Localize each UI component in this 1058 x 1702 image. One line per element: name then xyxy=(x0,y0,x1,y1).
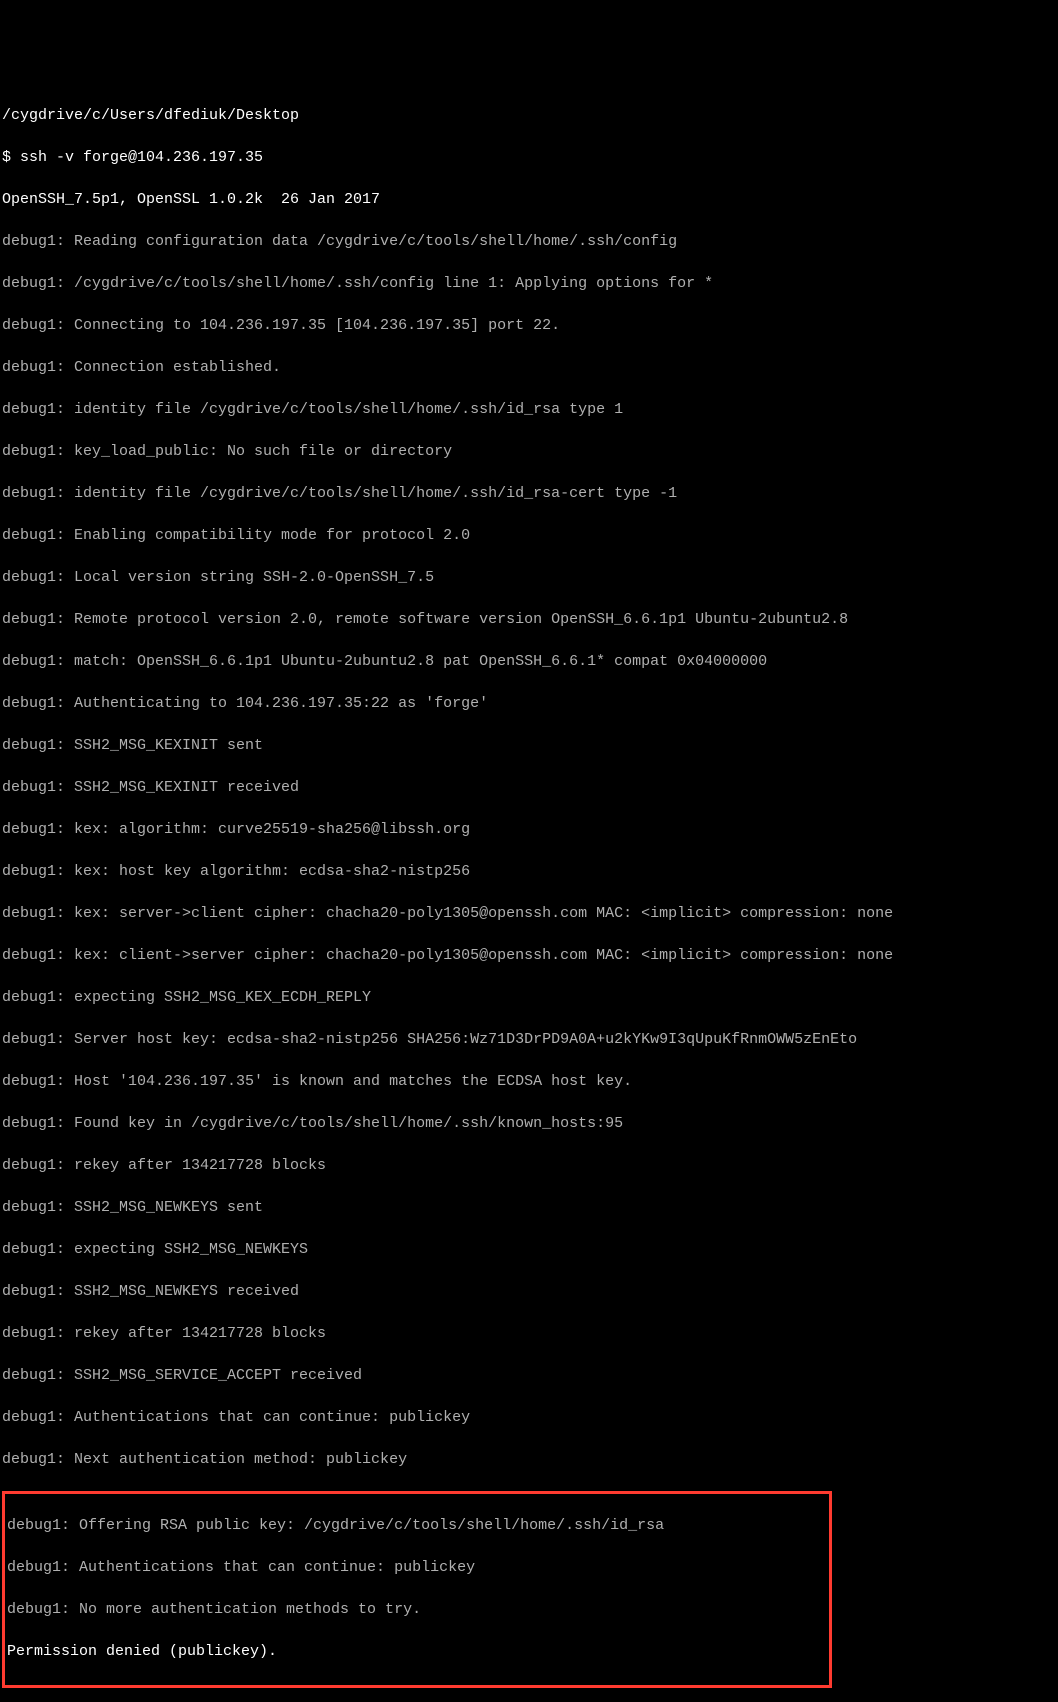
debug-line: debug1: Next authentication method: publ… xyxy=(2,1449,1056,1470)
prompt: $ xyxy=(2,149,20,166)
debug-line: debug1: SSH2_MSG_KEXINIT received xyxy=(2,777,1056,798)
error-highlight-box: debug1: Offering RSA public key: /cygdri… xyxy=(2,1491,832,1688)
debug-line: debug1: Connecting to 104.236.197.35 [10… xyxy=(2,315,1056,336)
debug-line: debug1: SSH2_MSG_NEWKEYS sent xyxy=(2,1197,1056,1218)
debug-line: debug1: kex: server->client cipher: chac… xyxy=(2,903,1056,924)
permission-denied-line: Permission denied (publickey). xyxy=(7,1641,827,1662)
debug-line: debug1: Reading configuration data /cygd… xyxy=(2,231,1056,252)
debug-line: debug1: SSH2_MSG_SERVICE_ACCEPT received xyxy=(2,1365,1056,1386)
terminal-output: /cygdrive/c/Users/dfediuk/Desktop $ ssh … xyxy=(0,84,1058,1702)
debug-line: debug1: expecting SSH2_MSG_NEWKEYS xyxy=(2,1239,1056,1260)
highlight-line: debug1: Offering RSA public key: /cygdri… xyxy=(7,1515,827,1536)
debug-line: debug1: SSH2_MSG_NEWKEYS received xyxy=(2,1281,1056,1302)
debug-line: debug1: kex: host key algorithm: ecdsa-s… xyxy=(2,861,1056,882)
debug-line: debug1: Enabling compatibility mode for … xyxy=(2,525,1056,546)
debug-line: debug1: expecting SSH2_MSG_KEX_ECDH_REPL… xyxy=(2,987,1056,1008)
cwd-line: /cygdrive/c/Users/dfediuk/Desktop xyxy=(2,105,1056,126)
debug-line: debug1: rekey after 134217728 blocks xyxy=(2,1155,1056,1176)
ssh-command: ssh -v forge@104.236.197.35 xyxy=(20,149,263,166)
highlight-line: debug1: No more authentication methods t… xyxy=(7,1599,827,1620)
debug-line: debug1: Local version string SSH-2.0-Ope… xyxy=(2,567,1056,588)
debug-line: debug1: Server host key: ecdsa-sha2-nist… xyxy=(2,1029,1056,1050)
debug-line: debug1: identity file /cygdrive/c/tools/… xyxy=(2,399,1056,420)
debug-line: debug1: key_load_public: No such file or… xyxy=(2,441,1056,462)
version-line: OpenSSH_7.5p1, OpenSSL 1.0.2k 26 Jan 201… xyxy=(2,189,1056,210)
debug-line: debug1: kex: algorithm: curve25519-sha25… xyxy=(2,819,1056,840)
debug-line: debug1: Connection established. xyxy=(2,357,1056,378)
debug-line: debug1: identity file /cygdrive/c/tools/… xyxy=(2,483,1056,504)
debug-line: debug1: Authenticating to 104.236.197.35… xyxy=(2,693,1056,714)
debug-line: debug1: match: OpenSSH_6.6.1p1 Ubuntu-2u… xyxy=(2,651,1056,672)
debug-line: debug1: kex: client->server cipher: chac… xyxy=(2,945,1056,966)
debug-line: debug1: Authentications that can continu… xyxy=(2,1407,1056,1428)
highlight-line: debug1: Authentications that can continu… xyxy=(7,1557,827,1578)
debug-line: debug1: Host '104.236.197.35' is known a… xyxy=(2,1071,1056,1092)
command-line: $ ssh -v forge@104.236.197.35 xyxy=(2,147,1056,168)
debug-line: debug1: SSH2_MSG_KEXINIT sent xyxy=(2,735,1056,756)
debug-line: debug1: Remote protocol version 2.0, rem… xyxy=(2,609,1056,630)
debug-line: debug1: rekey after 134217728 blocks xyxy=(2,1323,1056,1344)
debug-line: debug1: /cygdrive/c/tools/shell/home/.ss… xyxy=(2,273,1056,294)
debug-line: debug1: Found key in /cygdrive/c/tools/s… xyxy=(2,1113,1056,1134)
